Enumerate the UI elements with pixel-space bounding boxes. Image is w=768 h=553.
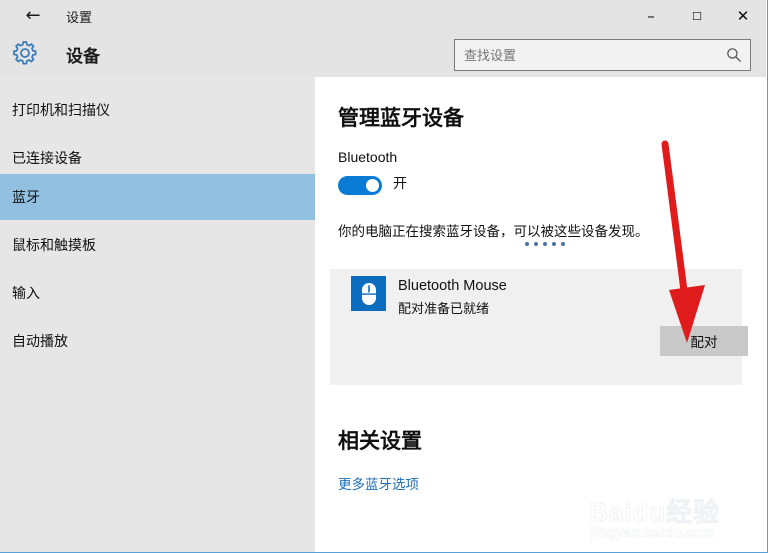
search-box[interactable]	[454, 39, 751, 71]
minimize-button[interactable]: –	[628, 0, 674, 32]
sidebar-item-mouse-touchpad[interactable]: 鼠标和触摸板	[0, 222, 315, 268]
content-pane: 管理蓝牙设备 Bluetooth 开 你的电脑正在搜索蓝牙设备，可以被这些设备发…	[315, 77, 766, 552]
body-area: 打印机和扫描仪 已连接设备 蓝牙 鼠标和触摸板 输入 自动播放 管理蓝牙设备 B…	[0, 77, 766, 552]
device-name: Bluetooth Mouse	[398, 278, 507, 294]
back-button[interactable]: ←	[12, 0, 54, 32]
sidebar-item-label: 鼠标和触摸板	[12, 237, 96, 253]
settings-window: ← 设置 – ☐ ✕ 设备 查找设置 打印机和扫描仪 已连接设备 蓝牙 鼠标和触…	[0, 0, 768, 553]
sidebar-item-label: 自动播放	[12, 333, 68, 349]
sidebar-item-autoplay[interactable]: 自动播放	[0, 318, 315, 364]
sidebar: 打印机和扫描仪 已连接设备 蓝牙 鼠标和触摸板 输入 自动播放	[0, 77, 315, 552]
searching-indicator	[525, 242, 565, 246]
loading-dot	[525, 242, 529, 246]
page-header: 设备	[0, 32, 766, 77]
device-status: 配对准备已就绪	[398, 301, 490, 316]
sidebar-item-printers[interactable]: 打印机和扫描仪	[0, 87, 315, 133]
sidebar-item-label: 打印机和扫描仪	[12, 102, 110, 118]
window-title: 设置	[66, 10, 93, 25]
pair-button[interactable]: 配对	[660, 326, 748, 356]
related-settings-heading: 相关设置	[338, 430, 422, 453]
device-card[interactable]: Bluetooth Mouse 配对准备已就绪 配对	[330, 269, 748, 385]
gear-icon	[10, 38, 40, 68]
bluetooth-label: Bluetooth	[338, 149, 398, 165]
sidebar-item-typing[interactable]: 输入	[0, 270, 315, 316]
toggle-knob	[366, 179, 379, 192]
sidebar-item-label: 已连接设备	[12, 150, 82, 166]
main-heading: 管理蓝牙设备	[338, 107, 464, 130]
loading-dot	[552, 242, 556, 246]
page-title: 设备	[66, 47, 100, 66]
sidebar-item-label: 输入	[12, 285, 40, 301]
loading-dot	[534, 242, 538, 246]
sidebar-item-bluetooth[interactable]: 蓝牙	[0, 174, 315, 220]
title-bar: ← 设置 – ☐ ✕	[0, 0, 766, 32]
back-arrow-icon: ←	[25, 5, 41, 26]
more-bluetooth-options-link[interactable]: 更多蓝牙选项	[338, 473, 419, 493]
sidebar-item-label: 蓝牙	[12, 189, 40, 205]
search-input[interactable]	[464, 40, 719, 70]
bluetooth-mouse-icon	[351, 276, 386, 311]
window-controls: – ☐ ✕	[628, 0, 766, 32]
toggle-state-label: 开	[393, 175, 407, 191]
bluetooth-toggle[interactable]	[338, 176, 382, 195]
loading-dot	[561, 242, 565, 246]
maximize-button[interactable]: ☐	[674, 0, 720, 32]
close-button[interactable]: ✕	[720, 0, 766, 32]
search-description: 你的电脑正在搜索蓝牙设备，可以被这些设备发现。	[338, 224, 649, 239]
search-icon[interactable]	[726, 47, 742, 63]
loading-dot	[543, 242, 547, 246]
